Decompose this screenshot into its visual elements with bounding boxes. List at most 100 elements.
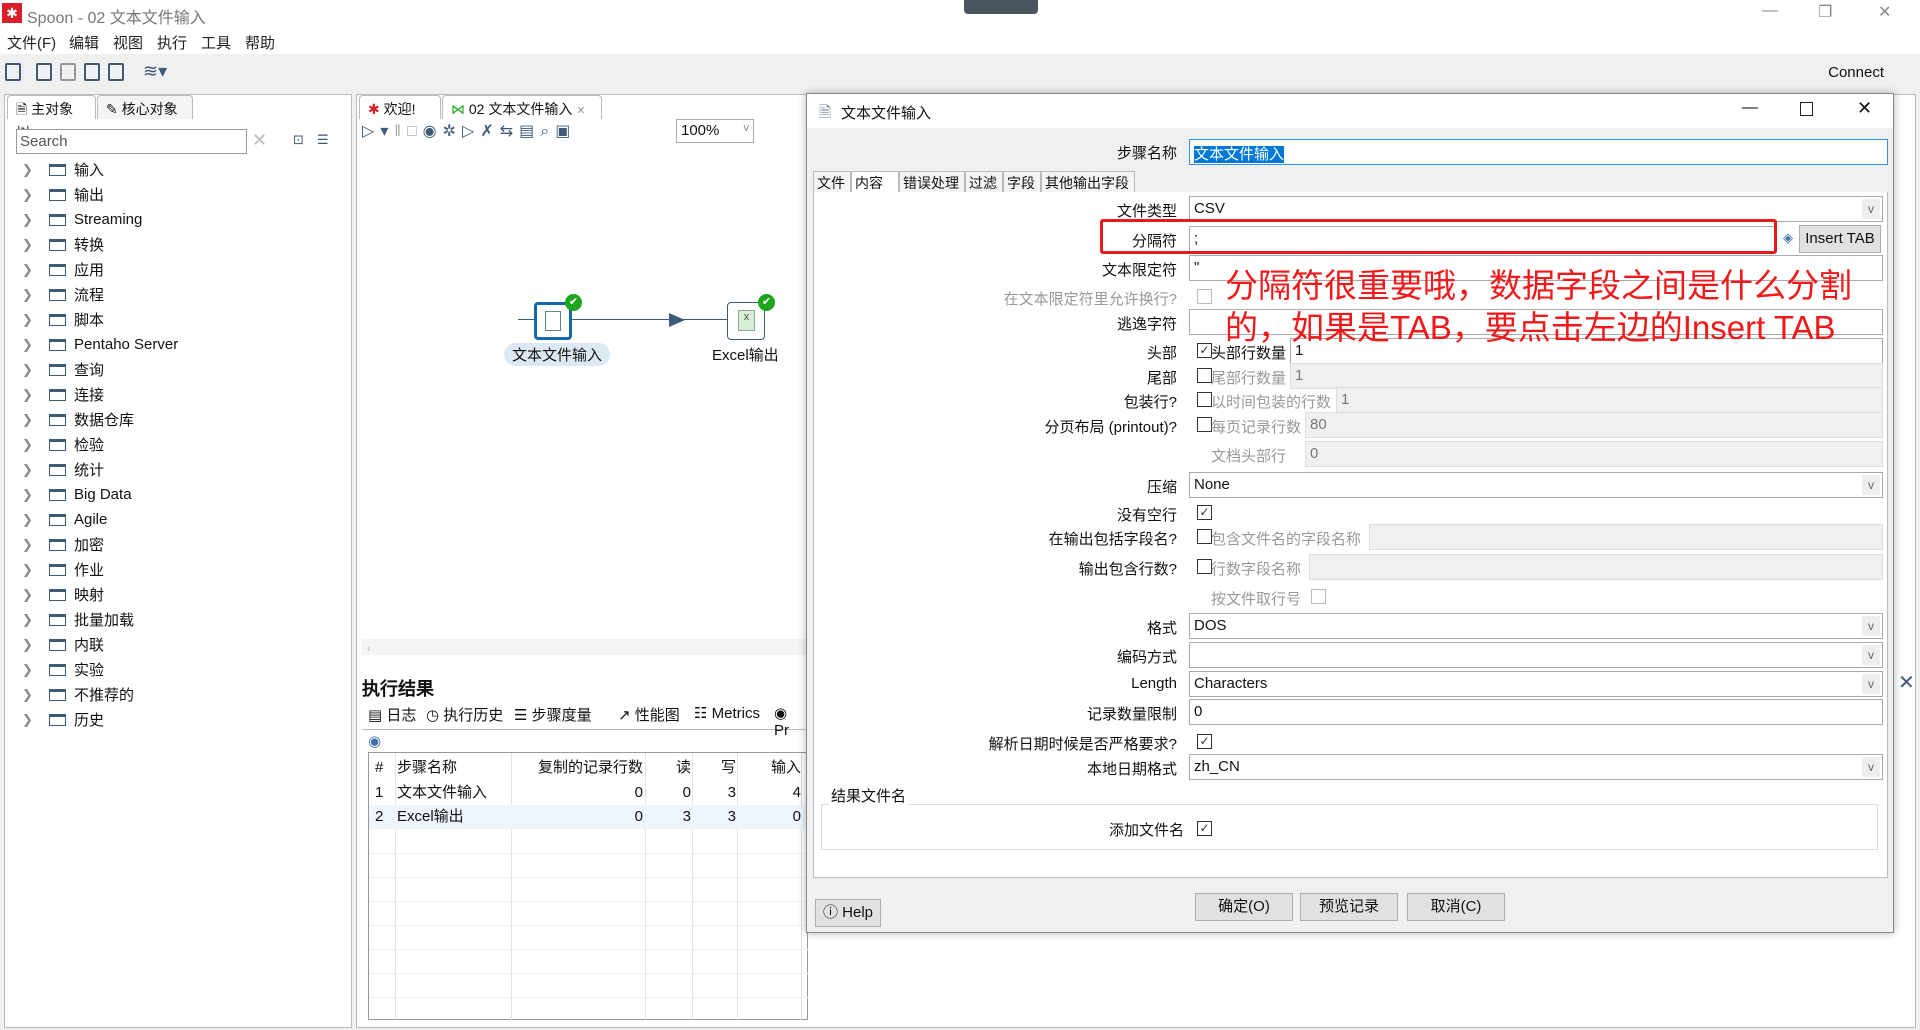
tab-main-object-tree[interactable]: 🗎 主对象树	[7, 95, 96, 141]
paged-checkbox[interactable]	[1197, 417, 1212, 432]
dropdown-icon[interactable]: ▾	[380, 123, 394, 140]
tree-item[interactable]: ❯ 流程	[22, 282, 104, 307]
menu-tools[interactable]: 工具	[201, 32, 231, 53]
step-name-input[interactable]: 文本文件输入	[1189, 139, 1888, 165]
tree-item[interactable]: ❯ 应用	[22, 257, 104, 282]
table-row[interactable]: 1 文本文件输入 0 0 3 4	[369, 781, 809, 805]
column-header[interactable]: 复制的记录行数	[513, 756, 643, 780]
tree-item[interactable]: ❯ 不推荐的	[22, 682, 134, 707]
help-button[interactable]: ⓘ Help	[815, 899, 881, 927]
tree-item[interactable]: ❯ 脚本	[22, 307, 104, 332]
tab-log[interactable]: ▤ 日志	[364, 702, 420, 726]
add-filename-checkbox[interactable]: ✓	[1197, 821, 1212, 836]
rownum-checkbox[interactable]	[1197, 559, 1212, 574]
chevron-right-icon[interactable]: ❯	[22, 712, 49, 728]
tree-item[interactable]: ❯ 内联	[22, 632, 104, 657]
zoom-select[interactable]: 100% v	[676, 119, 754, 143]
run-icon[interactable]: ▷	[362, 123, 380, 140]
column-header[interactable]: #	[375, 756, 395, 780]
tree-item[interactable]: ❯ 查询	[22, 357, 104, 382]
chevron-right-icon[interactable]: ❯	[22, 462, 49, 478]
grid-icon[interactable]: ▣	[555, 123, 576, 140]
stop-icon[interactable]: □	[407, 123, 423, 140]
rownum-per-file-checkbox[interactable]	[1311, 589, 1326, 604]
replay-icon[interactable]: ▷	[462, 123, 480, 140]
tab-transformation[interactable]: ⋈ 02 文本文件输入 ✕	[442, 95, 602, 119]
column-header[interactable]: 写	[694, 756, 736, 780]
chevron-right-icon[interactable]: ❯	[22, 637, 49, 653]
tab-4[interactable]: 过滤	[965, 171, 1003, 193]
impact-icon[interactable]: ⇆	[500, 123, 519, 140]
length-select[interactable]: Characters v	[1189, 671, 1883, 697]
chevron-right-icon[interactable]: ❯	[22, 662, 49, 678]
expand-tree-icon[interactable]: ☰	[317, 132, 329, 148]
table-row[interactable]: 2 Excel输出 0 3 3 0	[369, 805, 809, 829]
save-icon[interactable]	[84, 63, 100, 81]
tree-item[interactable]: ❯ 输出	[22, 182, 104, 207]
restore-button[interactable]: ❐	[1818, 2, 1832, 22]
chevron-right-icon[interactable]: ❯	[22, 512, 49, 528]
chevron-down-icon[interactable]: v	[1862, 475, 1880, 495]
chevron-right-icon[interactable]: ❯	[22, 162, 49, 178]
rownum-field-input[interactable]	[1309, 554, 1883, 580]
tab-1[interactable]: 文件	[813, 171, 851, 193]
tree-item[interactable]: ❯ 映射	[22, 582, 104, 607]
chevron-right-icon[interactable]: ❯	[22, 287, 49, 303]
tree-item[interactable]: ❯ Agile	[22, 507, 107, 532]
close-tab-icon[interactable]: ✕	[576, 105, 585, 117]
search-input[interactable]: Search	[16, 129, 247, 154]
debug-icon[interactable]: ✲	[443, 123, 462, 140]
chevron-right-icon[interactable]: ❯	[22, 562, 49, 578]
tree-item[interactable]: ❯ Pentaho Server	[22, 332, 178, 357]
chevron-right-icon[interactable]: ❯	[22, 612, 49, 628]
column-header[interactable]: 输入	[739, 756, 801, 780]
collapse-tree-icon[interactable]: ⊡	[293, 132, 304, 148]
tree-item[interactable]: ❯ 输入	[22, 157, 104, 182]
footer-lines-input[interactable]: 1	[1290, 363, 1883, 389]
column-header[interactable]: 步骤名称	[397, 756, 509, 780]
tree-item[interactable]: ❯ 历史	[22, 707, 104, 732]
horizontal-scrollbar[interactable]: ‹	[362, 639, 806, 655]
chevron-right-icon[interactable]: ❯	[22, 312, 49, 328]
tree-item[interactable]: ❯ 转换	[22, 232, 104, 257]
chevron-right-icon[interactable]: ❯	[22, 387, 49, 403]
pause-icon[interactable]: ‖	[394, 123, 407, 140]
wrap-lines-input[interactable]: 1	[1336, 387, 1883, 413]
sql-icon[interactable]: ▤	[519, 123, 540, 140]
dialog-minimize-button[interactable]: —	[1742, 99, 1758, 117]
tree-item[interactable]: ❯ 检验	[22, 432, 104, 457]
chevron-down-icon[interactable]: v	[1862, 616, 1880, 636]
chevron-right-icon[interactable]: ❯	[22, 212, 49, 228]
chevron-right-icon[interactable]: ❯	[22, 437, 49, 453]
chevron-right-icon[interactable]: ❯	[22, 537, 49, 553]
cancel-button[interactable]: 取消(C)	[1407, 893, 1505, 921]
minimize-button[interactable]: —	[1762, 2, 1778, 20]
tree-item[interactable]: ❯ 统计	[22, 457, 104, 482]
header-checkbox[interactable]: ✓	[1197, 343, 1212, 358]
transformation-canvas[interactable]: ✔ 文本文件输入 x ✔ Excel输出 ‹	[362, 145, 806, 655]
format-select[interactable]: DOS v	[1189, 613, 1883, 639]
new-file-icon[interactable]	[5, 63, 21, 81]
menu-view[interactable]: 视图	[113, 32, 143, 53]
chevron-right-icon[interactable]: ❯	[22, 262, 49, 278]
chevron-right-icon[interactable]: ❯	[22, 362, 49, 378]
chevron-right-icon[interactable]: ❯	[22, 587, 49, 603]
footer-checkbox[interactable]	[1197, 368, 1212, 383]
menu-help[interactable]: 帮助	[245, 32, 275, 53]
ok-button[interactable]: 确定(O)	[1195, 893, 1293, 921]
tab-metrics[interactable]: ☷ Metrics	[690, 702, 764, 726]
tree-item[interactable]: ❯ 作业	[22, 557, 104, 582]
close-results-icon[interactable]: ✕	[1898, 670, 1915, 695]
menu-edit[interactable]: 编辑	[69, 32, 99, 53]
tree-item[interactable]: ❯ Streaming	[22, 207, 142, 232]
locale-select[interactable]: zh_CN v	[1189, 754, 1883, 780]
tab-welcome[interactable]: ✱ 欢迎!	[359, 95, 441, 119]
chevron-right-icon[interactable]: ❯	[22, 337, 49, 353]
chevron-right-icon[interactable]: ❯	[22, 487, 49, 503]
wrap-checkbox[interactable]	[1197, 392, 1212, 407]
lenient-dates-checkbox[interactable]: ✓	[1197, 734, 1212, 749]
dialog-close-button[interactable]: ✕	[1857, 98, 1872, 119]
tree-item[interactable]: ❯ 连接	[22, 382, 104, 407]
encoding-select[interactable]: v	[1189, 642, 1883, 668]
open-file-icon[interactable]	[36, 63, 52, 81]
